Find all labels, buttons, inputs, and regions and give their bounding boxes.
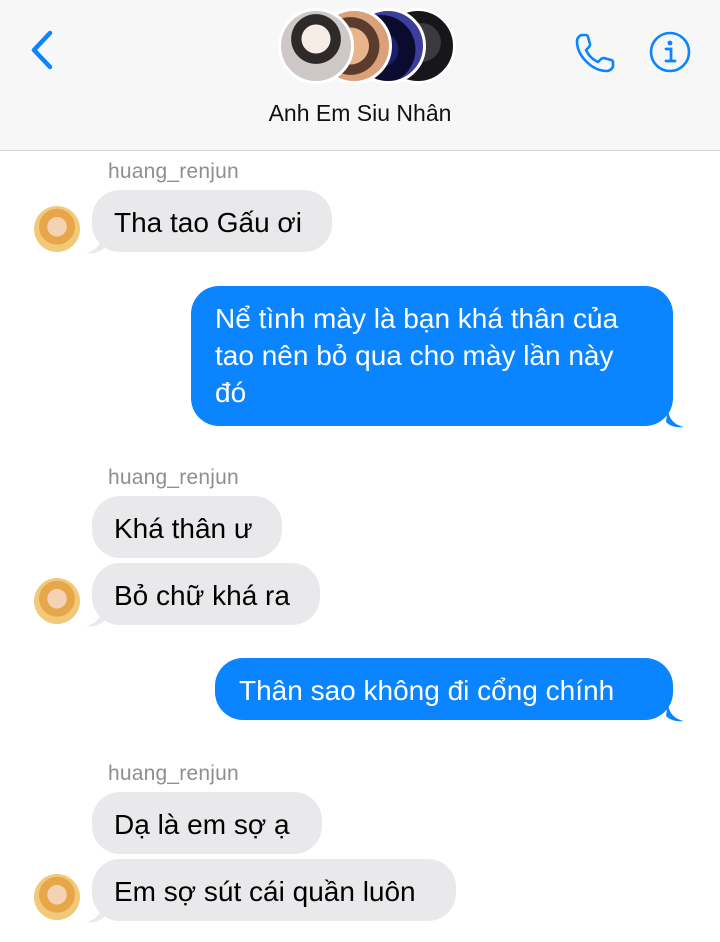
bubble-tail — [86, 903, 104, 923]
incoming-message[interactable]: Dạ là em sợ ạ — [92, 792, 322, 854]
info-button[interactable] — [648, 30, 692, 79]
avatar[interactable] — [34, 206, 80, 252]
bubble-tail — [86, 607, 104, 627]
call-button[interactable] — [572, 30, 618, 81]
sender-name: huang_renjun — [108, 466, 239, 489]
bubble-tail — [86, 234, 104, 254]
incoming-message[interactable]: Tha tao Gấu ơi — [92, 190, 332, 252]
incoming-message[interactable]: Khá thân ư — [92, 496, 282, 558]
sender-name: huang_renjun — [108, 160, 239, 183]
info-icon — [649, 31, 691, 73]
chevron-left-icon — [31, 30, 53, 70]
group-name[interactable]: Anh Em Siu Nhân — [0, 100, 720, 127]
outgoing-message[interactable]: Thân sao không đi cổng chính — [215, 658, 673, 720]
outgoing-message[interactable]: Nể tình mày là bạn khá thân của tao nên … — [191, 286, 673, 426]
sender-name: huang_renjun — [108, 762, 239, 785]
incoming-message[interactable]: Bỏ chữ khá ra — [92, 563, 320, 625]
avatar — [278, 8, 354, 84]
bubble-tail — [666, 408, 684, 428]
phone-icon — [575, 33, 615, 73]
back-button[interactable] — [22, 28, 62, 72]
avatar[interactable] — [34, 578, 80, 624]
incoming-message[interactable]: Em sợ sút cái quần luôn — [92, 859, 456, 921]
conversation-header: Anh Em Siu Nhân — [0, 0, 720, 151]
group-avatar-stack[interactable] — [278, 8, 456, 88]
bubble-tail — [666, 702, 684, 722]
avatar[interactable] — [34, 874, 80, 920]
